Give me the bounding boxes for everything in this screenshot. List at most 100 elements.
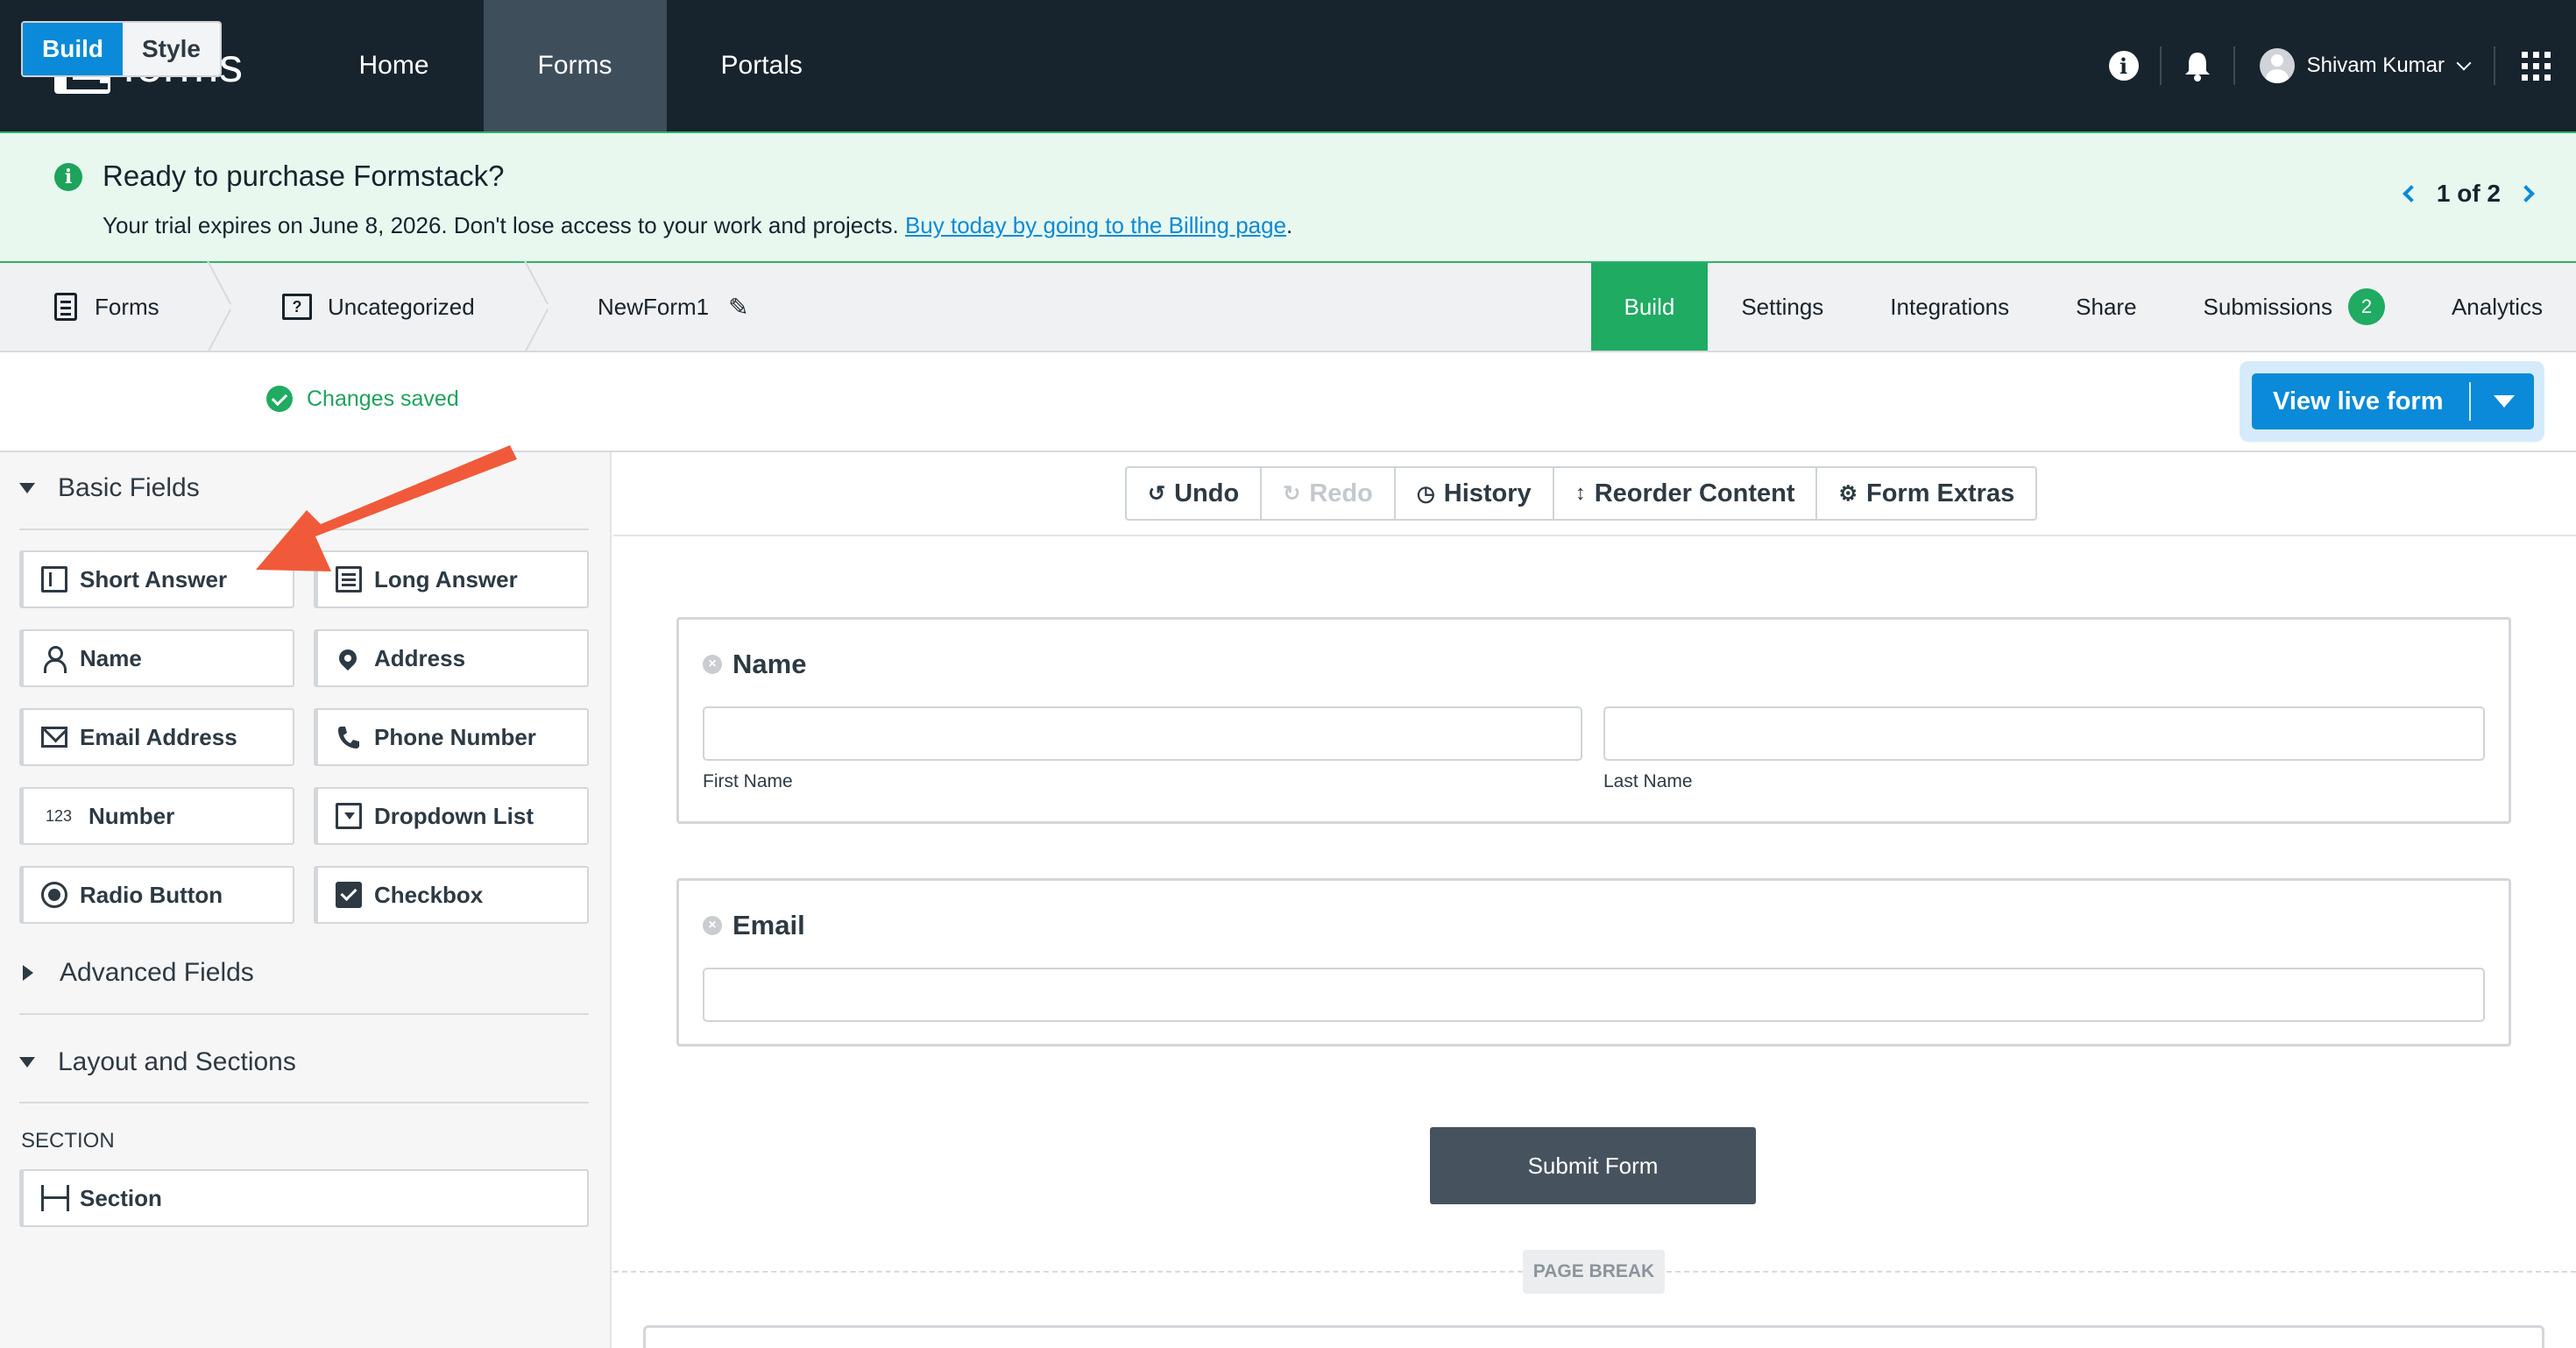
banner-text: Your trial expires on June 8, 2026. Don'… [103,212,1292,239]
user-menu[interactable]: Shivam Kumar [2235,48,2494,83]
basic-fields-header[interactable]: Basic Fields [19,473,200,503]
field-checkbox[interactable]: Checkbox [314,866,589,924]
layout-sections-header[interactable]: Layout and Sections [19,1047,296,1077]
banner-message: Your trial expires on June 8, 2026. Don'… [103,212,905,238]
short-answer-icon [41,566,67,592]
chevron-right-icon[interactable] [2517,185,2535,202]
banner-info-icon: i [54,163,82,191]
breadcrumb-separator [524,263,550,351]
folder-question-icon: ? [282,294,312,320]
apps-button[interactable] [2495,0,2576,131]
page-break-label: PAGE BREAK [1523,1250,1665,1294]
field-label: Radio Button [80,881,223,908]
top-right-actions: i Shivam Kumar [2088,0,2576,131]
reorder-content-button[interactable]: ↕ Reorder Content [1554,468,1818,519]
info-button[interactable]: i [2088,0,2160,131]
tab-integrations[interactable]: Integrations [1857,263,2042,351]
email-input[interactable] [703,968,2485,1022]
nav-home[interactable]: Home [305,0,484,131]
breadcrumb-form-name: NewForm1 ✎ [598,263,749,351]
breadcrumb-uncategorized-label: Uncategorized [328,293,475,320]
nav-portals[interactable]: Portals [667,0,857,131]
banner-text-end: . [1286,212,1293,238]
reorder-icon: ↕ [1575,481,1586,505]
breadcrumb-uncategorized[interactable]: ? Uncategorized [282,263,475,351]
tab-build[interactable]: Build [1590,263,1709,351]
form-name: NewForm1 [598,293,710,320]
edit-name-icon[interactable]: ✎ [728,293,748,322]
remove-icon[interactable]: × [703,916,722,935]
long-answer-icon [336,566,362,592]
field-section[interactable]: Section [19,1169,589,1227]
save-status: Changes saved [266,386,459,412]
field-email-address[interactable]: Email Address [19,708,294,766]
user-name: Shivam Kumar [2306,53,2445,77]
divider [19,1013,589,1015]
caret-down-icon[interactable] [2494,395,2515,408]
gear-icon: ⚙ [1838,481,1858,506]
checkbox-icon [336,882,362,908]
redo-icon: ↻ [1283,481,1301,506]
field-title: × Name [703,649,806,680]
dropdown-icon [336,803,362,829]
envelope-icon [41,727,67,748]
field-radio-button[interactable]: Radio Button [19,866,294,924]
main-nav: Home Forms Portals [305,0,857,131]
last-name-input[interactable] [1603,706,2485,761]
save-status-label: Changes saved [307,386,459,411]
field-title: × Email [703,910,805,941]
name-field-title: Name [732,649,807,679]
canvas-toolbar: ↺ Undo ↻ Redo ◷ History ↕ Reorder Content ⚙ F… [1125,466,2038,521]
notifications-button[interactable] [2162,0,2233,131]
field-phone-number[interactable]: Phone Number [314,708,589,766]
field-label: Checkbox [374,881,484,908]
submit-form-button[interactable]: Submit Form [1430,1127,1756,1204]
chevron-left-icon[interactable] [2402,185,2420,202]
advanced-fields-header[interactable]: Advanced Fields [19,958,254,988]
view-live-form-button[interactable]: View live form [2252,373,2534,429]
first-name-input[interactable] [703,706,1582,761]
tab-settings[interactable]: Settings [1708,263,1857,351]
billing-link[interactable]: Buy today by going to the Billing page [905,212,1286,238]
top-nav: forms Home Forms Portals i Shivam Kumar [0,0,2576,131]
last-name-sublabel: Last Name [1603,771,1693,791]
phone-icon [336,724,362,750]
tab-share[interactable]: Share [2042,263,2169,351]
trial-banner [0,131,2576,263]
form-extras-button[interactable]: ⚙ Form Extras [1817,468,2035,519]
tab-analytics[interactable]: Analytics [2418,263,2576,351]
field-label: Email Address [80,723,237,750]
field-address[interactable]: Address [314,629,589,687]
field-number[interactable]: 123 Number [19,787,294,845]
breadcrumb-forms-label: Forms [95,293,159,320]
person-icon [41,645,67,673]
field-short-answer[interactable]: Short Answer [19,550,294,608]
breadcrumb-forms[interactable]: Forms [54,263,159,351]
section-icon [41,1185,69,1211]
redo-button[interactable]: ↻ Redo [1262,468,1396,519]
reorder-label: Reorder Content [1594,479,1795,507]
build-mode-button[interactable]: Build [23,23,123,75]
field-long-answer[interactable]: Long Answer [314,550,589,608]
button-divider [2469,382,2471,421]
radio-icon [41,882,67,908]
caret-down-icon [19,1057,35,1068]
divider [19,1102,589,1103]
breadcrumb-separator [207,263,233,351]
field-label: Section [80,1184,162,1211]
tab-submissions[interactable]: Submissions 2 [2170,263,2418,351]
nav-forms[interactable]: Forms [483,0,667,131]
style-mode-button[interactable]: Style [123,23,220,75]
chevron-down-icon [2456,55,2472,71]
history-button[interactable]: ◷ History [1396,468,1554,519]
undo-button[interactable]: ↺ Undo [1127,468,1263,519]
field-label: Number [88,802,175,829]
field-label: Long Answer [374,565,518,592]
remove-icon[interactable]: × [703,655,722,674]
avatar [2259,48,2295,83]
section-group-label: SECTION [21,1129,115,1153]
field-dropdown-list[interactable]: Dropdown List [314,787,589,845]
field-label: Phone Number [374,723,536,750]
field-name[interactable]: Name [19,629,294,687]
banner-title: Ready to purchase Formstack? [103,160,505,192]
